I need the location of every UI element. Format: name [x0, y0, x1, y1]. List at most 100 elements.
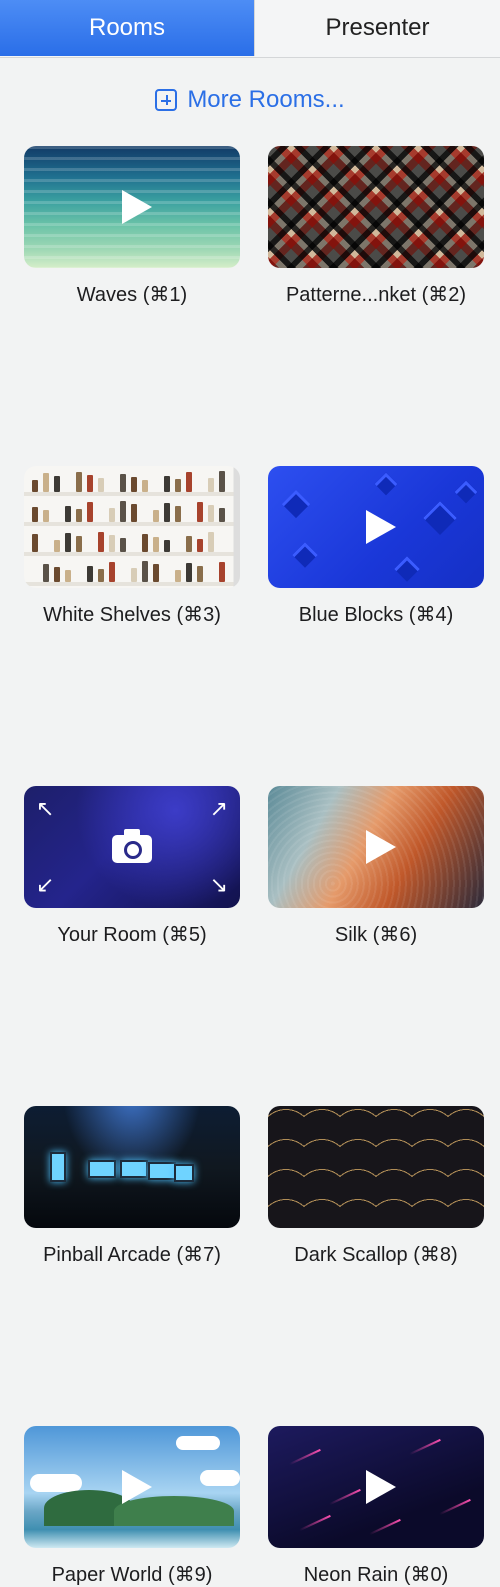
room-thumbnail[interactable]	[24, 146, 240, 268]
cloud-decoration	[30, 1474, 82, 1492]
more-rooms-label: More Rooms...	[187, 86, 345, 113]
book-decoration	[120, 474, 126, 492]
book-decoration	[109, 508, 115, 522]
book-decoration	[54, 567, 60, 582]
book-decoration	[32, 480, 38, 492]
book-decoration	[175, 570, 181, 582]
room-tile-neon-rain[interactable]: Neon Rain (⌘0)	[268, 1426, 484, 1586]
room-label: Blue Blocks (⌘4)	[298, 604, 454, 626]
book-decoration	[131, 477, 137, 492]
room-tile-patterned-blanket[interactable]: Patterne...nket (⌘2)	[268, 146, 484, 306]
plus-square-icon	[155, 89, 178, 111]
room-thumbnail[interactable]	[268, 786, 484, 908]
book-decoration	[186, 472, 192, 492]
block-decoration	[281, 489, 311, 519]
book-decoration	[98, 569, 104, 582]
tab-rooms[interactable]: Rooms	[0, 0, 254, 56]
book-decoration	[186, 563, 192, 582]
room-thumbnail[interactable]: ↖ ↗ ↙ ↘	[24, 786, 240, 908]
play-icon	[366, 830, 396, 864]
room-label: Your Room (⌘5)	[57, 924, 207, 946]
block-decoration	[454, 480, 478, 504]
room-tile-white-shelves[interactable]: White Shelves (⌘3)	[24, 466, 240, 626]
room-tile-blue-blocks[interactable]: Blue Blocks (⌘4)	[268, 466, 484, 626]
rooms-grid: Waves (⌘1) Patterne...nket (⌘2) White Sh…	[24, 146, 484, 1586]
arcade-screen	[50, 1152, 66, 1182]
block-decoration	[394, 556, 420, 582]
book-decoration	[186, 536, 192, 552]
room-thumbnail[interactable]	[24, 466, 240, 588]
room-tile-pinball-arcade[interactable]: Pinball Arcade (⌘7)	[24, 1106, 240, 1266]
room-thumbnail[interactable]	[268, 1426, 484, 1548]
tab-bar: Rooms Presenter	[0, 0, 500, 58]
room-thumbnail[interactable]	[24, 1106, 240, 1228]
book-decoration	[120, 538, 126, 552]
book-decoration	[153, 537, 159, 552]
room-label: White Shelves (⌘3)	[43, 604, 221, 626]
cloud-decoration	[200, 1470, 240, 1486]
room-thumbnail[interactable]	[268, 146, 484, 268]
rain-streak	[409, 1438, 441, 1456]
book-decoration	[43, 510, 49, 522]
room-label: Waves (⌘1)	[76, 284, 188, 306]
book-decoration	[43, 564, 49, 582]
book-decoration	[219, 471, 225, 492]
book-decoration	[153, 564, 159, 582]
block-decoration	[292, 542, 318, 568]
book-decoration	[142, 534, 148, 552]
rain-streak	[289, 1448, 321, 1466]
room-thumbnail[interactable]	[268, 466, 484, 588]
tab-presenter[interactable]: Presenter	[254, 0, 500, 56]
rain-streak	[369, 1518, 401, 1536]
book-decoration	[131, 568, 137, 582]
book-decoration	[197, 502, 203, 522]
cloud-decoration	[176, 1436, 220, 1450]
room-tile-silk[interactable]: Silk (⌘6)	[268, 786, 484, 946]
book-decoration	[219, 562, 225, 582]
book-decoration	[32, 507, 38, 522]
room-label: Patterne...nket (⌘2)	[285, 284, 467, 306]
expand-corner-icon: ↙	[36, 872, 55, 897]
book-decoration	[153, 510, 159, 522]
camera-icon	[112, 829, 152, 863]
play-icon	[122, 1470, 152, 1504]
room-tile-your-room[interactable]: ↖ ↗ ↙ ↘ Your Room (⌘5)	[24, 786, 240, 946]
room-thumbnail[interactable]	[268, 1106, 484, 1228]
book-decoration	[87, 475, 93, 492]
book-decoration	[65, 570, 71, 582]
book-decoration	[197, 539, 203, 552]
book-decoration	[98, 532, 104, 552]
expand-corner-icon: ↖	[36, 796, 55, 821]
room-tile-paper-world[interactable]: Paper World (⌘9)	[24, 1426, 240, 1586]
book-decoration	[164, 540, 170, 552]
book-decoration	[98, 478, 104, 492]
book-decoration	[87, 566, 93, 582]
rain-streak	[299, 1514, 331, 1532]
book-decoration	[76, 472, 82, 492]
play-icon	[122, 190, 152, 224]
book-decoration	[164, 503, 170, 522]
book-decoration	[65, 533, 71, 552]
room-thumbnail[interactable]	[24, 1426, 240, 1548]
book-decoration	[43, 473, 49, 492]
expand-corner-icon: ↗	[209, 796, 228, 821]
book-decoration	[65, 506, 71, 522]
book-decoration	[142, 480, 148, 492]
book-decoration	[219, 508, 225, 522]
book-decoration	[208, 505, 214, 522]
room-tile-waves[interactable]: Waves (⌘1)	[24, 146, 240, 306]
block-decoration	[423, 501, 457, 535]
book-decoration	[120, 501, 126, 522]
room-label: Paper World (⌘9)	[51, 1564, 213, 1586]
more-rooms-button[interactable]: More Rooms...	[0, 86, 500, 114]
room-label: Dark Scallop (⌘8)	[294, 1244, 458, 1266]
play-icon	[366, 510, 396, 544]
arcade-screen	[120, 1160, 148, 1178]
arcade-screen	[88, 1160, 116, 1178]
play-icon	[366, 1470, 396, 1504]
room-tile-dark-scallop[interactable]: Dark Scallop (⌘8)	[268, 1106, 484, 1266]
block-decoration	[374, 472, 398, 496]
arcade-screen	[148, 1162, 176, 1180]
book-decoration	[54, 540, 60, 552]
arcade-screen	[174, 1164, 194, 1182]
